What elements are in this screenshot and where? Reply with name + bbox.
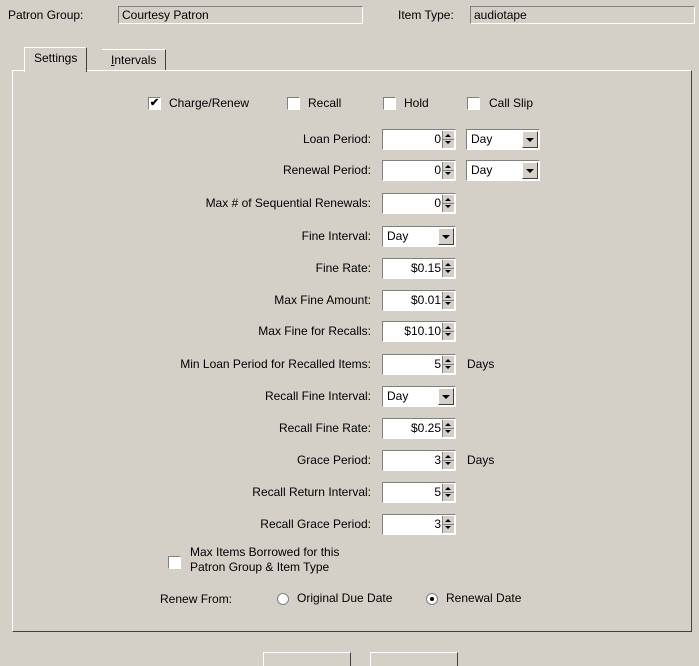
- renewal-period-unit-select[interactable]: Day: [466, 160, 540, 181]
- recall-fine-rate-label: Recall Fine Rate:: [278, 421, 371, 435]
- spinner-arrows-icon[interactable]: [442, 420, 454, 437]
- hold-checkbox[interactable]: [383, 97, 396, 110]
- renew-from-label: Renew From:: [160, 592, 233, 606]
- tab-settings[interactable]: Settings: [24, 47, 88, 72]
- grace-period-label: Grace Period:: [296, 453, 371, 467]
- max-sequential-renewals-label: Max # of Sequential Renewals:: [205, 196, 371, 210]
- patron-group-label: Patron Group:: [8, 8, 84, 22]
- item-type-field: audiotape: [470, 6, 695, 24]
- hold-label: Hold: [404, 96, 429, 110]
- recall-return-interval-spinner[interactable]: 5: [382, 482, 456, 503]
- spinner-arrows-icon[interactable]: [442, 292, 454, 309]
- spinner-arrows-icon[interactable]: [442, 484, 454, 501]
- renewal-period-value: 0: [434, 163, 441, 177]
- recall-fine-rate-value: $0.25: [410, 421, 441, 435]
- max-items-label-line1: Max Items Borrowed for this: [190, 545, 340, 559]
- spinner-arrows-icon[interactable]: [442, 162, 454, 179]
- loan-period-unit-value: Day: [471, 132, 493, 146]
- fine-rate-label: Fine Rate:: [315, 261, 371, 275]
- min-loan-recalled-label: Min Loan Period for Recalled Items:: [180, 357, 371, 371]
- spinner-arrows-icon[interactable]: [442, 516, 454, 533]
- header-bar: Patron Group: Courtesy Patron Item Type:…: [0, 0, 699, 30]
- recall-fine-interval-label: Recall Fine Interval:: [264, 389, 371, 403]
- max-fine-recalls-label: Max Fine for Recalls:: [258, 324, 371, 338]
- recall-checkbox[interactable]: [287, 97, 300, 110]
- charge-renew-label: Charge/Renew: [169, 96, 250, 110]
- tab-intervals-label: ntervals: [114, 53, 157, 67]
- original-due-date-radio[interactable]: [277, 593, 289, 605]
- spinner-arrows-icon[interactable]: [442, 131, 454, 148]
- max-fine-amount-label: Max Fine Amount:: [274, 293, 371, 307]
- renewal-date-radio[interactable]: [426, 593, 438, 605]
- original-due-date-label: Original Due Date: [297, 591, 393, 605]
- max-sequential-renewals-spinner[interactable]: 0: [382, 193, 456, 214]
- chevron-down-icon[interactable]: [438, 228, 454, 245]
- grace-period-value: 3: [434, 453, 441, 467]
- call-slip-label: Call Slip: [489, 96, 534, 110]
- recall-return-interval-label: Recall Return Interval:: [252, 485, 371, 499]
- min-loan-recalled-unit: Days: [467, 357, 495, 371]
- grace-period-unit: Days: [467, 453, 495, 467]
- fine-interval-select[interactable]: Day: [382, 226, 456, 247]
- max-sequential-renewals-value: 0: [434, 196, 441, 210]
- ok-button[interactable]: [263, 652, 351, 666]
- min-loan-recalled-value: 5: [434, 357, 441, 371]
- loan-period-unit-select[interactable]: Day: [466, 129, 540, 150]
- renewal-period-unit-value: Day: [471, 163, 493, 177]
- recall-grace-period-label: Recall Grace Period:: [260, 517, 371, 531]
- max-fine-amount-value: $0.01: [410, 293, 441, 307]
- fine-interval-value: Day: [387, 229, 409, 243]
- min-loan-recalled-spinner[interactable]: 5: [382, 354, 456, 375]
- settings-panel: [12, 70, 692, 632]
- chevron-down-icon[interactable]: [438, 388, 454, 405]
- chevron-down-icon[interactable]: [522, 162, 538, 179]
- spinner-arrows-icon[interactable]: [442, 260, 454, 277]
- tab-intervals[interactable]: Intervals: [102, 49, 167, 71]
- spinner-arrows-icon[interactable]: [442, 323, 454, 340]
- charge-renew-checkbox[interactable]: ✔: [148, 97, 161, 110]
- loan-period-label: Loan Period:: [302, 132, 371, 146]
- grace-period-spinner[interactable]: 3: [382, 450, 456, 471]
- max-fine-recalls-value: $10.10: [404, 324, 441, 338]
- spinner-arrows-icon[interactable]: [442, 356, 454, 373]
- renewal-period-label: Renewal Period:: [282, 163, 371, 177]
- loan-period-spinner[interactable]: 0: [382, 129, 456, 150]
- spinner-arrows-icon[interactable]: [442, 452, 454, 469]
- max-items-label-line2: Patron Group & Item Type: [190, 560, 330, 574]
- renewal-period-spinner[interactable]: 0: [382, 160, 456, 181]
- recall-fine-interval-value: Day: [387, 389, 409, 403]
- patron-group-field: Courtesy Patron: [118, 6, 363, 24]
- item-type-label: Item Type:: [398, 8, 454, 22]
- max-items-checkbox[interactable]: [168, 556, 181, 569]
- fine-rate-value: $0.15: [410, 261, 441, 275]
- recall-return-interval-value: 5: [434, 485, 441, 499]
- recall-label: Recall: [308, 96, 342, 110]
- fine-rate-spinner[interactable]: $0.15: [382, 258, 456, 279]
- max-fine-recalls-spinner[interactable]: $10.10: [382, 321, 456, 342]
- loan-period-value: 0: [434, 132, 441, 146]
- recall-fine-interval-select[interactable]: Day: [382, 386, 456, 407]
- spinner-arrows-icon[interactable]: [442, 195, 454, 212]
- fine-interval-label: Fine Interval:: [301, 229, 371, 243]
- chevron-down-icon[interactable]: [522, 131, 538, 148]
- renewal-date-label: Renewal Date: [446, 591, 522, 605]
- max-fine-amount-spinner[interactable]: $0.01: [382, 290, 456, 311]
- recall-fine-rate-spinner[interactable]: $0.25: [382, 418, 456, 439]
- call-slip-checkbox[interactable]: [467, 97, 480, 110]
- cancel-button[interactable]: [370, 652, 458, 666]
- tab-settings-label: Settings: [34, 51, 78, 65]
- recall-grace-period-value: 3: [434, 517, 441, 531]
- recall-grace-period-spinner[interactable]: 3: [382, 514, 456, 535]
